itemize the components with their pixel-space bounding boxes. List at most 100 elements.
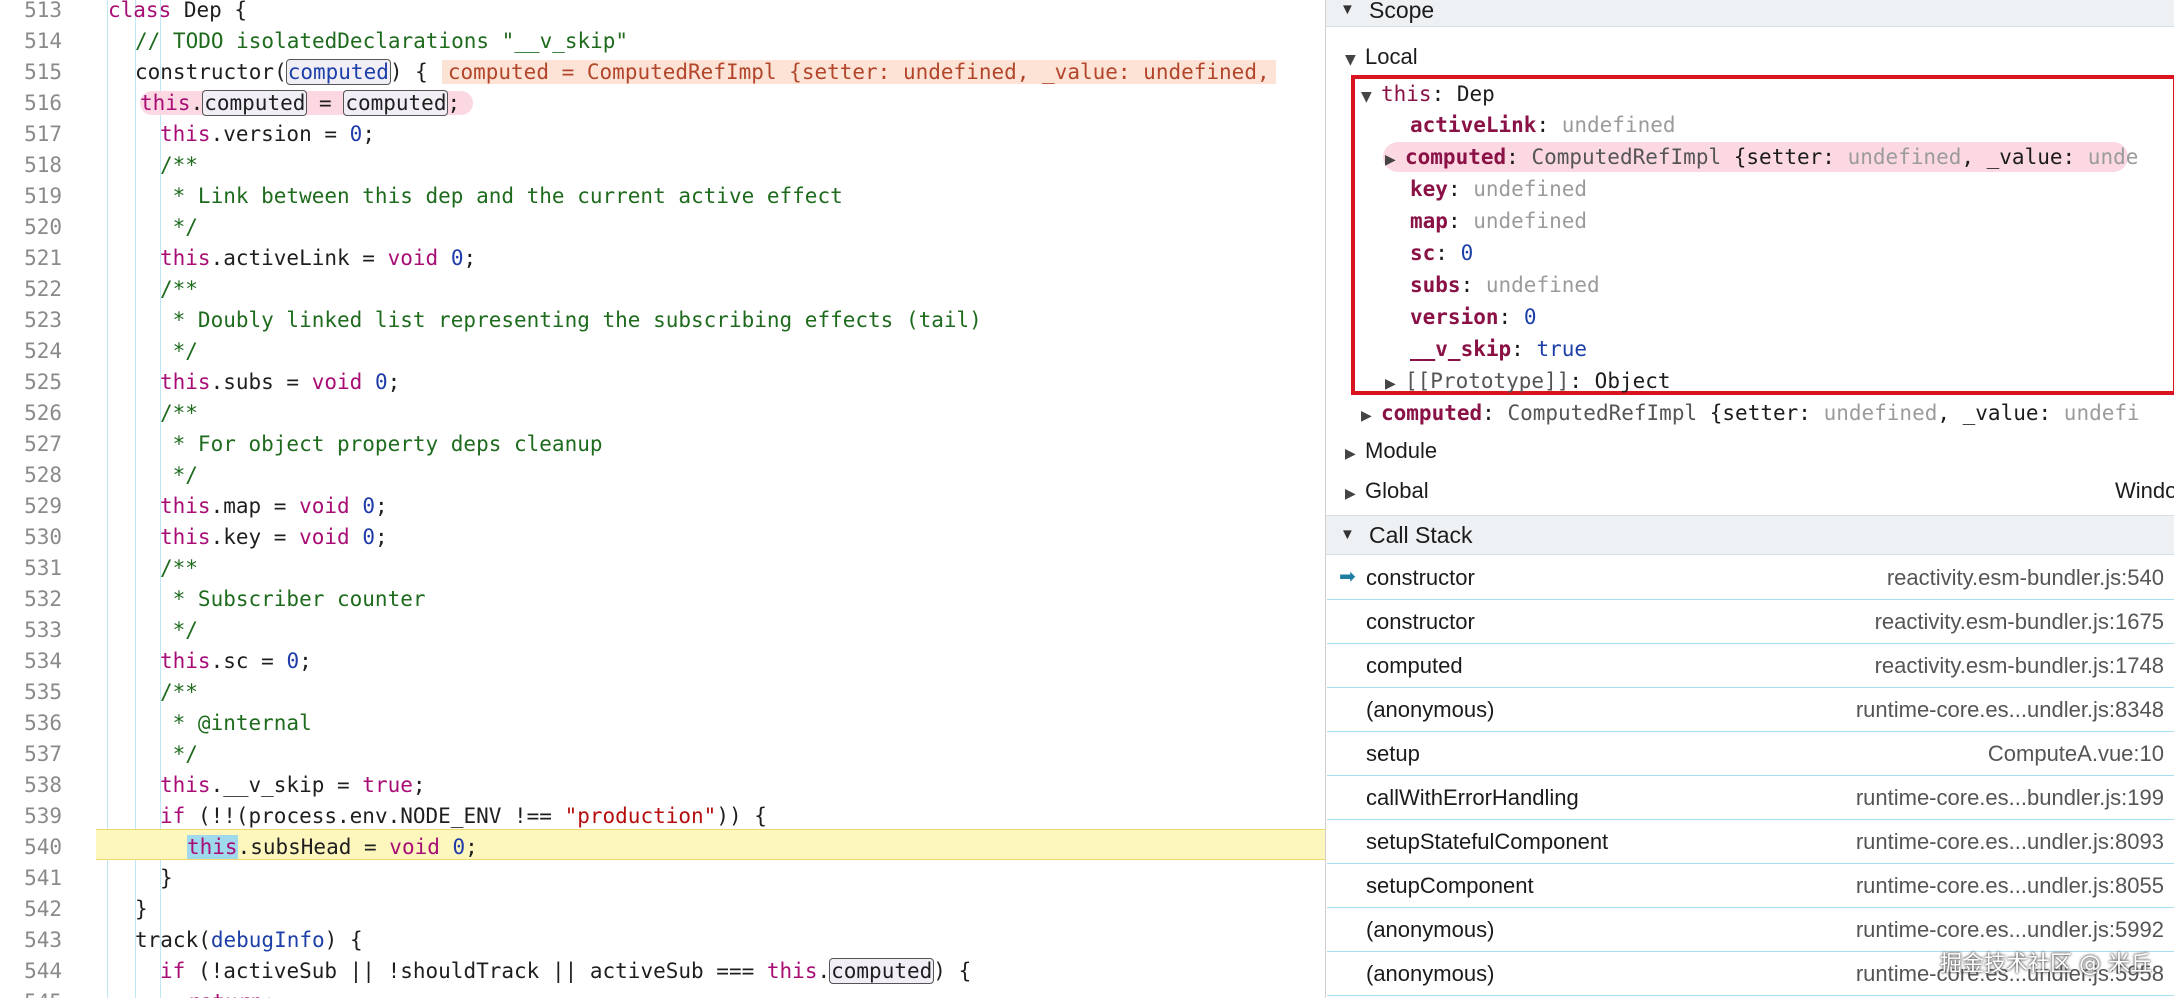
line-number[interactable]: 530 [0,522,62,553]
value-computed[interactable]: computed [343,90,449,116]
line-number[interactable]: 522 [0,274,62,305]
prop-row-activeLink[interactable]: activeLink: undefined [1410,110,1676,140]
code-line-529[interactable]: this.map = void 0; [160,491,1325,522]
code-line-520[interactable]: */ [160,212,1325,243]
code-line-514[interactable]: // TODO isolatedDeclarations "__v_skip" [135,26,1325,57]
line-number[interactable]: 529 [0,491,62,522]
line-number[interactable]: 519 [0,181,62,212]
expand-icon[interactable]: ▶ [1385,369,1405,399]
line-number[interactable]: 532 [0,584,62,615]
code-line-523[interactable]: * Doubly linked list representing the su… [160,305,1325,336]
line-number[interactable]: 545 [0,987,62,998]
prop-row-computed[interactable]: ▶ computed: ComputedRefImpl {setter: unde… [1385,142,2138,172]
line-number[interactable]: 525 [0,367,62,398]
prop-row-key[interactable]: key: undefined [1410,174,1587,204]
line-number[interactable]: 521 [0,243,62,274]
stack-frame[interactable]: setup ComputeA.vue:10 [1327,732,2174,776]
prop-row-version[interactable]: version: 0 [1410,302,1536,332]
scope-this-row[interactable]: ▼ this: Dep [1361,79,1495,109]
line-number[interactable]: 527 [0,429,62,460]
code-line-543[interactable]: track(debugInfo) { [135,925,1325,956]
code-line-526[interactable]: /** [160,398,1325,429]
source-editor[interactable]: 513 514 515 516 517 518 519 520 521 522 … [0,0,1325,998]
frame-location[interactable]: ComputeA.vue:10 [1988,732,2164,775]
frame-location[interactable]: reactivity.esm-bundler.js:1748 [1875,644,2164,687]
callstack-pane-header[interactable]: ▼ Call Stack [1326,515,2174,555]
line-number[interactable]: 528 [0,460,62,491]
code-line-542[interactable]: } [135,894,1325,925]
frame-location[interactable]: runtime-core.es...undler.js:8055 [1856,864,2164,907]
stack-frame[interactable]: setupComponent runtime-core.es...undler.j… [1327,864,2174,908]
stack-frame[interactable]: setupStatefulComponent runtime-core.es...… [1327,820,2174,864]
line-number[interactable]: 535 [0,677,62,708]
code-line-541[interactable]: } [160,863,1325,894]
line-number[interactable]: 540 [0,832,62,863]
line-number[interactable]: 514 [0,26,62,57]
code-line-545[interactable]: return; [187,987,1325,998]
line-number-gutter[interactable]: 513 514 515 516 517 518 519 520 521 522 … [0,0,88,998]
param-computed[interactable]: computed [285,59,391,85]
prop-computed[interactable]: computed [202,90,308,116]
code-line-544[interactable]: if (!activeSub || !shouldTrack || active… [160,956,1325,987]
code-line-531[interactable]: /** [160,553,1325,584]
prop-row-subs[interactable]: subs: undefined [1410,270,1600,300]
line-number[interactable]: 515 [0,57,62,88]
frame-location[interactable]: reactivity.esm-bundler.js:1675 [1875,600,2164,643]
stack-frame[interactable]: ➡ constructor reactivity.esm-bundler.js:54… [1327,556,2174,600]
line-number[interactable]: 534 [0,646,62,677]
frame-location[interactable]: runtime-core.es...undler.js:8348 [1856,688,2164,731]
line-number[interactable]: 544 [0,956,62,987]
code-line-527[interactable]: * For object property deps cleanup [160,429,1325,460]
line-number[interactable]: 526 [0,398,62,429]
line-number[interactable]: 531 [0,553,62,584]
frame-location[interactable]: runtime-core.es...undler.js:5992 [1856,908,2164,951]
code-line-516[interactable]: this.computed = computed; [140,88,1325,119]
stack-frame[interactable]: constructor reactivity.esm-bundler.js:167… [1327,600,2174,644]
code-line-535[interactable]: /** [160,677,1325,708]
line-number[interactable]: 537 [0,739,62,770]
code-line-517[interactable]: this.version = 0; [160,119,1325,150]
code-line-528[interactable]: */ [160,460,1325,491]
code-line-533[interactable]: */ [160,615,1325,646]
code-line-539[interactable]: if (!!(process.env.NODE_ENV !== "product… [160,801,1325,832]
scope-local-row[interactable]: ▼ Local [1345,42,1418,72]
code-line-530[interactable]: this.key = void 0; [160,522,1325,553]
code-line-525[interactable]: this.subs = void 0; [160,367,1325,398]
code-line-538[interactable]: this.__v_skip = true; [160,770,1325,801]
line-number[interactable]: 524 [0,336,62,367]
line-number[interactable]: 541 [0,863,62,894]
frame-location[interactable]: runtime-core.es...undler.js:8093 [1856,820,2164,863]
prop-computed[interactable]: computed [829,958,935,984]
prop-row-map[interactable]: map: undefined [1410,206,1587,236]
line-number[interactable]: 513 [0,0,62,26]
code-line-513[interactable]: class Dep { [108,0,1325,26]
prop-row-prototype[interactable]: ▶ [[Prototype]]: Object [1385,366,1671,396]
scope-module-row[interactable]: ▶ Module [1345,436,1437,466]
code-line-534[interactable]: this.sc = 0; [160,646,1325,677]
scope-computed-row[interactable]: ▶ computed: ComputedRefImpl {setter: unde… [1361,398,2140,428]
code-line-519[interactable]: * Link between this dep and the current … [160,181,1325,212]
line-number[interactable]: 516 [0,88,62,119]
line-number[interactable]: 523 [0,305,62,336]
scope-global-row[interactable]: ▶ Global Windo [1345,476,2174,506]
code-line-522[interactable]: /** [160,274,1325,305]
prop-row-vskip[interactable]: __v_skip: true [1410,334,1587,364]
line-number[interactable]: 538 [0,770,62,801]
line-number[interactable]: 518 [0,150,62,181]
code-line-540[interactable]: this.subsHead = void 0; [187,832,1325,863]
prop-row-sc[interactable]: sc: 0 [1410,238,1473,268]
frame-location[interactable]: reactivity.esm-bundler.js:540 [1887,556,2164,599]
code-line-532[interactable]: * Subscriber counter [160,584,1325,615]
scope-pane-header[interactable]: ▼ Scope [1326,0,2174,27]
line-number[interactable]: 533 [0,615,62,646]
code-line-536[interactable]: * @internal [160,708,1325,739]
line-number[interactable]: 542 [0,894,62,925]
line-number[interactable]: 539 [0,801,62,832]
stack-frame[interactable]: computed reactivity.esm-bundler.js:1748 [1327,644,2174,688]
inline-value-preview[interactable]: computed = ComputedRefImpl {setter: unde… [441,60,1276,84]
code-line-521[interactable]: this.activeLink = void 0; [160,243,1325,274]
expand-icon[interactable]: ▶ [1361,401,1381,431]
line-number[interactable]: 520 [0,212,62,243]
expand-icon[interactable]: ▶ [1385,145,1405,175]
line-number[interactable]: 517 [0,119,62,150]
